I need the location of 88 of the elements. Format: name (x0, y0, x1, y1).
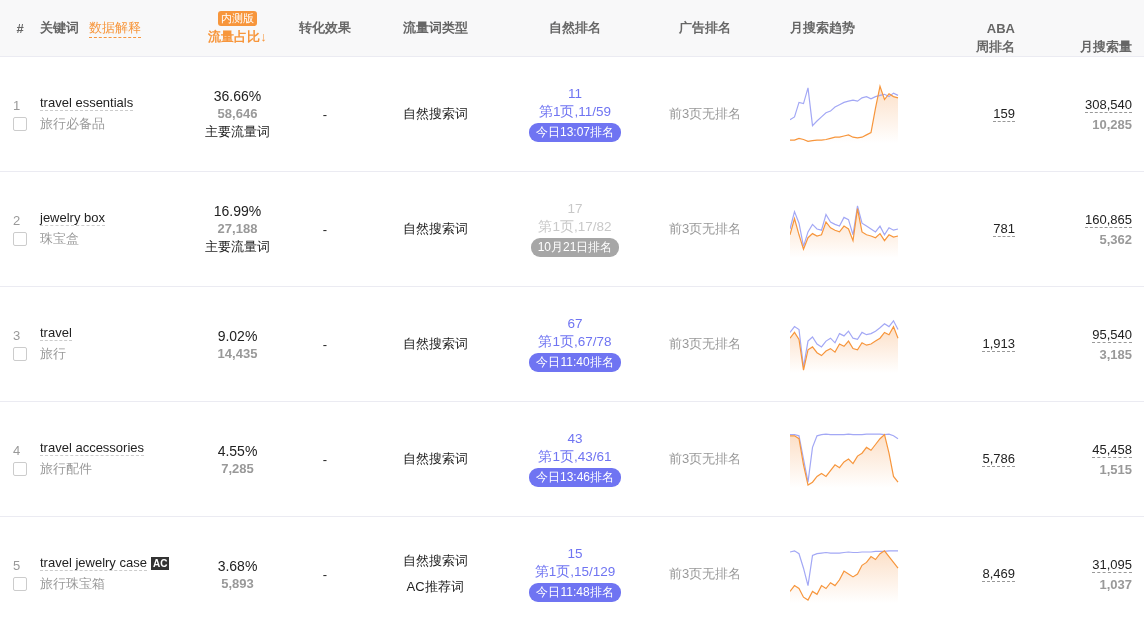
keyword-type: AC推荐词 (406, 578, 464, 596)
row-number: 4 (13, 442, 21, 458)
volume-secondary: 1,515 (1099, 461, 1132, 477)
keyword-type: 自然搜索词 (402, 105, 468, 123)
keyword-translation: 旅行配件 (40, 460, 92, 478)
share-percent: 9.02% (217, 327, 258, 344)
row-number: 1 (13, 97, 21, 113)
checkbox[interactable] (13, 116, 27, 131)
column-header: ABA (986, 21, 1015, 36)
column-header: # (16, 20, 24, 36)
share-count: 27,188 (217, 220, 258, 236)
column-header: 广告排名 (679, 19, 731, 37)
keyword-type: 自然搜索词 (402, 450, 468, 468)
keyword-type: 自然搜索词 (402, 335, 468, 353)
ad-rank: 前3页无排名 (668, 565, 742, 583)
keyword-translation: 旅行 (40, 345, 66, 363)
checkbox[interactable] (13, 346, 27, 361)
conversion-value: - (322, 451, 328, 467)
rank-time-badge: 今日13:46排名 (529, 468, 621, 487)
monthly-volume: 45,458 (1092, 441, 1132, 458)
share-count: 5,893 (221, 575, 254, 591)
keyword-translation: 珠宝盒 (40, 230, 79, 248)
ac-badge: AC (150, 556, 170, 570)
share-tag: 主要流量词 (205, 237, 270, 256)
volume-secondary: 1,037 (1099, 576, 1132, 592)
aba-rank: 159 (993, 106, 1015, 122)
keyword-link[interactable]: travel essentials (40, 95, 134, 111)
checkbox[interactable] (13, 231, 27, 246)
share-percent: 3.68% (217, 557, 258, 574)
column-header: 自然排名 (549, 19, 601, 37)
column-header: 流量词类型 (402, 19, 468, 37)
volume-secondary: 3,185 (1099, 346, 1132, 362)
keyword-translation: 旅行必备品 (40, 115, 105, 133)
rank-page: 第1页,43/61 (538, 448, 612, 466)
column-header: 周排名 (976, 38, 1015, 56)
keyword-link[interactable]: jewelry box (40, 210, 106, 226)
rank-time-badge: 今日11:48排名 (529, 583, 621, 602)
share-count: 14,435 (217, 345, 258, 361)
rank-page: 第1页,11/59 (538, 103, 611, 121)
monthly-volume: 308,540 (1085, 96, 1132, 113)
monthly-volume: 160,865 (1085, 211, 1132, 228)
share-percent: 4.55% (217, 442, 258, 459)
column-header: 月搜索量 (1080, 38, 1132, 56)
share-count: 7,285 (221, 460, 254, 476)
row-number: 5 (13, 557, 21, 573)
checkbox[interactable] (13, 576, 27, 591)
rank-time-badge: 今日13:07排名 (529, 123, 621, 142)
aba-rank: 1,913 (982, 336, 1015, 352)
organic-rank: 67 (567, 316, 583, 331)
row-number: 3 (13, 327, 21, 343)
row-number: 2 (13, 212, 21, 228)
share-percent: 16.99% (213, 202, 262, 219)
aba-rank: 5,786 (982, 451, 1015, 467)
conversion-value: - (322, 336, 328, 352)
share-percent: 36.66% (213, 87, 262, 104)
keyword-type: 自然搜索词 (402, 552, 468, 570)
aba-rank: 8,469 (982, 566, 1015, 582)
rank-time-badge: 10月21日排名 (530, 238, 620, 257)
keyword-type: 自然搜索词 (402, 220, 468, 238)
conversion-value: - (322, 221, 328, 237)
conversion-value: - (322, 106, 328, 122)
keyword-link[interactable]: travel accessories (40, 440, 145, 456)
column-header: 关键词 (40, 19, 79, 37)
ad-rank: 前3页无排名 (668, 335, 742, 353)
conversion-value: - (322, 566, 328, 582)
column-header: 转化效果 (299, 19, 351, 37)
organic-rank: 11 (568, 86, 582, 101)
organic-rank: 43 (567, 431, 583, 446)
monthly-volume: 31,095 (1092, 556, 1132, 573)
keyword-link[interactable]: travel jewelry case (40, 555, 147, 571)
rank-page: 第1页,15/129 (534, 563, 616, 581)
keyword-translation: 旅行珠宝箱 (40, 575, 105, 593)
organic-rank: 15 (567, 546, 583, 561)
monthly-volume: 95,540 (1092, 326, 1132, 343)
rank-time-badge: 今日11:40排名 (529, 353, 621, 372)
ad-rank: 前3页无排名 (668, 450, 742, 468)
volume-secondary: 5,362 (1099, 231, 1132, 247)
ad-rank: 前3页无排名 (668, 220, 742, 238)
column-header: 月搜索趋势 (790, 19, 855, 37)
ad-rank: 前3页无排名 (668, 105, 742, 123)
checkbox[interactable] (13, 461, 27, 476)
keyword-link[interactable]: travel (40, 325, 72, 341)
rank-page: 第1页,67/78 (538, 333, 612, 351)
share-count: 58,646 (217, 105, 258, 121)
share-tag: 主要流量词 (205, 122, 270, 141)
volume-secondary: 10,285 (1092, 116, 1132, 132)
beta-badge: 内测版 (218, 10, 257, 26)
aba-rank: 781 (993, 221, 1015, 237)
